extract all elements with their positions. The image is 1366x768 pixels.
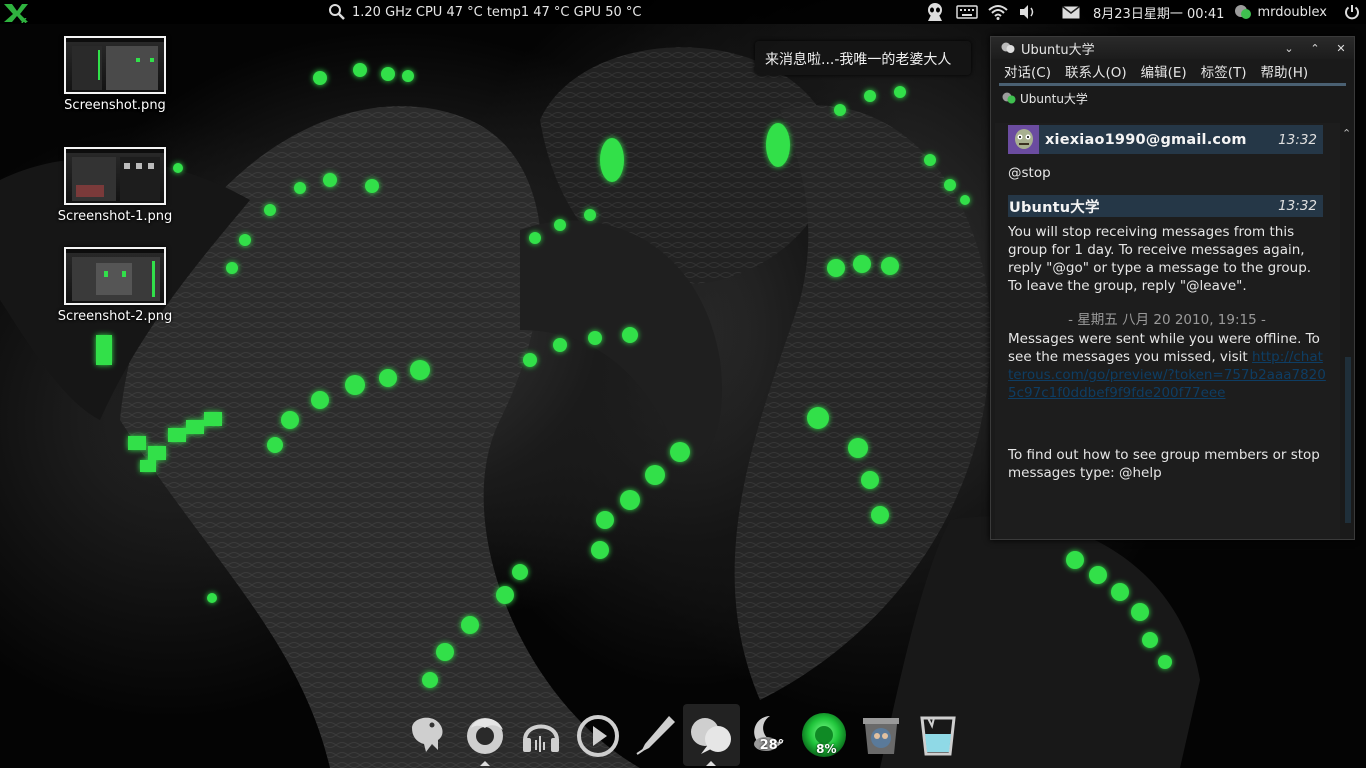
wifi-icon <box>988 5 1008 20</box>
dock-item-cup[interactable] <box>909 704 966 766</box>
svg-text:x: x <box>21 16 27 24</box>
window-title: Ubuntu大学 <box>1021 42 1095 58</box>
battery-percent: 8% <box>816 742 837 756</box>
message-notification[interactable]: 来消息啦...-我唯一的老婆大人 <box>755 41 971 75</box>
dock-item-weather[interactable]: 28° <box>740 704 797 766</box>
dock: 28° 8% <box>400 704 966 768</box>
zombie-avatar-icon <box>1008 125 1039 154</box>
dock-item-audio[interactable] <box>513 704 570 766</box>
tray-wifi[interactable] <box>983 0 1013 24</box>
clock[interactable]: 8月23日星期一 00:41 <box>1093 3 1224 22</box>
file-thumbnail <box>64 36 166 94</box>
window-menu-button[interactable]: ⌄ <box>1276 39 1302 57</box>
tray-volume[interactable] <box>1013 0 1041 24</box>
editor-icon <box>636 716 675 755</box>
file-label: Screenshot.png <box>64 98 166 113</box>
date-separator: - 星期五 八月 20 2010, 19:15 - <box>1068 312 1266 328</box>
scroll-up-arrow-icon[interactable]: ⌃ <box>1342 127 1351 140</box>
offline-notice: Messages were sent while you were offlin… <box>1008 330 1326 402</box>
message-time: 13:32 <box>1278 198 1317 214</box>
running-indicator <box>479 761 490 766</box>
maximize-button[interactable]: ⌃ <box>1302 39 1328 57</box>
file-label: Screenshot-2.png <box>57 309 173 324</box>
message-time: 13:32 <box>1278 131 1317 148</box>
tray-keyboard[interactable] <box>951 0 983 24</box>
sender-name: Ubuntu大学 <box>1009 199 1100 216</box>
volume-icon <box>1020 5 1034 19</box>
search-icon <box>329 4 345 20</box>
empathy-icon <box>691 718 732 754</box>
scrollbar-thumb[interactable] <box>1345 357 1351 523</box>
cup-icon <box>919 716 956 756</box>
menu-bar: 对话(C) 联系人(O) 编辑(E) 标签(T) 帮助(H) <box>991 59 1354 83</box>
chat-tab[interactable]: Ubuntu大学 <box>991 86 1354 110</box>
dock-item-editor[interactable] <box>626 704 683 766</box>
window-titlebar[interactable]: Ubuntu大学 ⌄ ⌃ ✕ <box>991 37 1354 59</box>
tray-pidgin[interactable] <box>919 0 951 24</box>
help-text: To find out how to see group members or … <box>1008 447 1320 481</box>
user-menu[interactable]: mrdoublex <box>1234 4 1327 20</box>
file-thumbnail <box>64 147 166 205</box>
alien-messenger-icon <box>928 3 943 21</box>
file-thumbnail <box>64 247 166 305</box>
keyboard-icon <box>956 5 978 19</box>
pidgin-icon <box>412 717 443 752</box>
dock-item-pidgin[interactable] <box>400 704 457 766</box>
dock-item-firefox[interactable] <box>457 704 514 766</box>
chat-window: Ubuntu大学 ⌄ ⌃ ✕ 对话(C) 联系人(O) 编辑(E) 标签(T) … <box>990 36 1355 540</box>
desktop-file-screenshot-2[interactable]: Screenshot-2.png <box>55 247 175 324</box>
contact-status-icon <box>1002 92 1016 104</box>
menu-tabs[interactable]: 标签(T) <box>1201 61 1247 81</box>
message-header: xiexiao1990@gmail.com 13:32 <box>1008 125 1323 154</box>
message-header: Ubuntu大学 13:32 <box>1008 195 1323 217</box>
username: mrdoublex <box>1257 4 1327 20</box>
power-icon <box>1345 5 1359 20</box>
close-button[interactable]: ✕ <box>1328 39 1354 57</box>
trash-icon <box>863 718 900 754</box>
notification-text: 来消息啦...-我唯一的老婆大人 <box>765 52 952 68</box>
envelope-icon <box>1062 5 1080 18</box>
menu-contact[interactable]: 联系人(O) <box>1065 61 1127 81</box>
dock-item-battery[interactable]: 8% <box>796 704 853 766</box>
conversation-log[interactable]: xiexiao1990@gmail.com 13:32 @stop Ubuntu… <box>995 123 1340 539</box>
chat-app-icon <box>1001 42 1015 53</box>
user-status-icon <box>1235 5 1252 19</box>
desktop-file-screenshot-1[interactable]: Screenshot-1.png <box>55 147 175 224</box>
dock-item-empathy[interactable] <box>682 704 740 766</box>
system-tray: 8月23日星期一 00:41 mrdoublex <box>919 0 1366 24</box>
chat-tab-label: Ubuntu大学 <box>1020 91 1088 106</box>
menu-conversation[interactable]: 对话(C) <box>1004 61 1051 81</box>
weather-temperature: 28° <box>759 738 785 753</box>
sender-name: xiexiao1990@gmail.com <box>1045 131 1247 148</box>
file-label: Screenshot-1.png <box>57 209 173 224</box>
message-text: @stop <box>1008 165 1051 181</box>
tray-mail[interactable] <box>1057 0 1085 24</box>
media-player-icon <box>577 715 620 757</box>
sysmon-readout: 1.20 GHz CPU 47 °C temp1 47 °C GPU 50 °C <box>352 4 642 20</box>
top-panel: x 1.20 GHz CPU 47 °C temp1 47 °C GPU 50 … <box>0 0 1366 24</box>
audio-player-icon <box>523 724 560 752</box>
tray-power[interactable] <box>1339 0 1366 24</box>
firefox-icon <box>466 718 503 754</box>
dock-item-media[interactable] <box>570 704 627 766</box>
dock-item-trash[interactable] <box>853 704 910 766</box>
desktop-file-screenshot[interactable]: Screenshot.png <box>55 36 175 113</box>
message-text: You will stop receiving messages from th… <box>1008 224 1312 294</box>
menu-help[interactable]: 帮助(H) <box>1261 61 1309 81</box>
system-monitor[interactable]: 1.20 GHz CPU 47 °C temp1 47 °C GPU 50 °C <box>328 3 641 21</box>
conversation-scrollbar[interactable]: ⌃ <box>1340 123 1354 539</box>
xfce-logo-icon[interactable]: x <box>2 1 32 24</box>
avatar <box>1008 125 1039 154</box>
running-indicator <box>706 761 717 766</box>
menu-edit[interactable]: 编辑(E) <box>1141 61 1187 81</box>
